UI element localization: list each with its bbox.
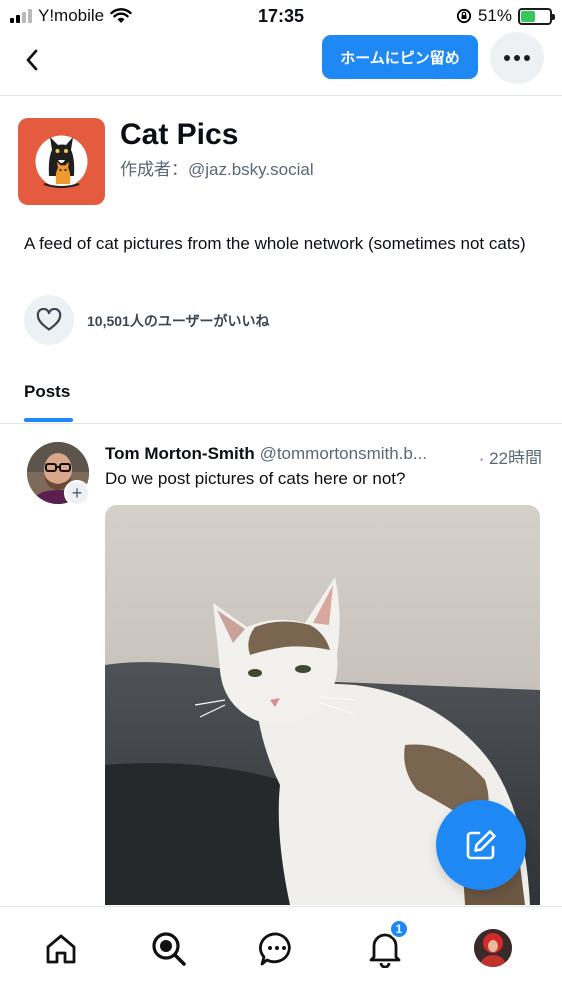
follow-button[interactable]: + (64, 480, 90, 506)
compose-button[interactable] (436, 800, 526, 890)
compose-icon (466, 830, 496, 860)
feed-author[interactable]: 作成者：@jaz.bsky.social (120, 155, 314, 180)
status-left: Y!mobile (10, 6, 132, 26)
search-icon (152, 932, 186, 966)
battery-percent: 51% (477, 6, 512, 25)
wifi-icon (110, 8, 132, 23)
post-author-handle[interactable]: @tommortonsmith.b... (260, 444, 427, 463)
chevron-left-icon (26, 49, 38, 71)
nav-chat[interactable] (255, 927, 299, 971)
feed-title: Cat Pics (120, 118, 239, 151)
feed-avatar (18, 118, 105, 205)
signal-icon (10, 9, 32, 23)
pin-to-home-button[interactable]: ホームにピン留め (322, 35, 478, 79)
home-icon (46, 934, 76, 964)
profile-avatar[interactable] (474, 929, 512, 967)
rotation-lock-icon (456, 8, 472, 24)
post-time: · 22時間 (474, 444, 542, 464)
header: ホームにピン留め (0, 32, 562, 96)
like-count[interactable]: 10,501人のユーザーがいいね (87, 311, 270, 331)
battery-charging-icon (518, 7, 555, 25)
post-author-name[interactable]: Tom Morton-Smith (105, 444, 255, 463)
plus-icon: + (71, 482, 83, 503)
post-text: Do we post pictures of cats here or not? (105, 469, 406, 488)
tab-active-indicator (24, 418, 73, 422)
like-button[interactable] (24, 295, 74, 345)
chat-icon (259, 932, 291, 966)
post-meta: Tom Morton-Smith @tommortonsmith.b... · … (105, 444, 545, 464)
feed-description: A feed of cat pictures from the whole ne… (24, 234, 526, 253)
status-time: 17:35 (257, 5, 305, 26)
ellipsis-icon (504, 55, 510, 61)
notification-badge: 1 (389, 919, 409, 939)
back-button[interactable] (14, 42, 50, 78)
tab-posts[interactable]: Posts (24, 382, 70, 402)
tab-bar: Posts (0, 366, 562, 424)
more-options-button[interactable] (490, 32, 544, 84)
carrier-name: Y!mobile (38, 6, 105, 25)
status-bar: Y!mobile 17:35 51% (0, 0, 562, 32)
nav-home[interactable] (39, 927, 83, 971)
bottom-nav: 1 (0, 906, 562, 1000)
status-right: 51% (456, 6, 555, 26)
nav-search[interactable] (147, 927, 191, 971)
heart-icon (36, 308, 62, 331)
